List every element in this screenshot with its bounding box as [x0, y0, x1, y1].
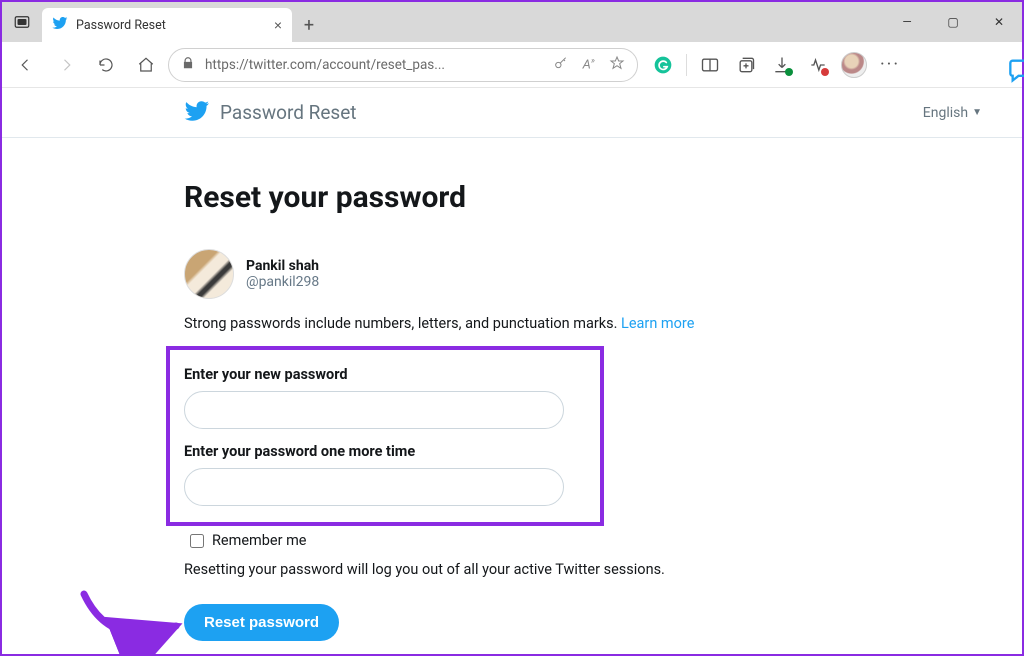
browser-tab[interactable]: Password Reset × [42, 8, 292, 42]
password-hint: Strong passwords include numbers, letter… [184, 315, 824, 332]
url-text: https://twitter.com/account/reset_pas... [205, 57, 543, 73]
window-controls: — ▢ ✕ [884, 2, 1022, 42]
language-selector[interactable]: English ▼ [923, 105, 982, 121]
extension-heart-icon[interactable] [801, 48, 835, 82]
lock-icon [181, 56, 195, 74]
new-tab-button[interactable]: + [292, 8, 326, 42]
favorite-icon[interactable] [609, 55, 625, 75]
minimize-button[interactable]: — [884, 2, 930, 42]
user-display-name: Pankil shah [246, 258, 319, 274]
language-label: English [923, 105, 968, 121]
user-avatar [184, 249, 234, 299]
user-handle: @pankil298 [246, 274, 319, 290]
read-aloud-icon[interactable]: A» [583, 56, 595, 72]
refresh-button[interactable] [88, 47, 124, 83]
split-screen-icon[interactable] [693, 48, 727, 82]
toolbar-divider [686, 54, 687, 76]
profile-avatar[interactable] [837, 48, 871, 82]
confirm-password-label: Enter your password one more time [184, 443, 586, 460]
forward-button [48, 47, 84, 83]
more-menu-button[interactable]: ··· [873, 48, 907, 82]
copilot-chat-icon[interactable] [1008, 56, 1024, 88]
logout-note: Resetting your password will log you out… [184, 561, 824, 578]
remember-me-row[interactable]: Remember me [190, 532, 824, 549]
password-fields-highlight: Enter your new password Enter your passw… [166, 346, 604, 526]
page-header: Password Reset English ▼ [2, 88, 1022, 138]
twitter-favicon-icon [52, 15, 68, 35]
collections-icon[interactable] [729, 48, 763, 82]
page-heading: Reset your password [184, 180, 824, 215]
browser-toolbar: https://twitter.com/account/reset_pas...… [2, 42, 1022, 88]
close-window-button[interactable]: ✕ [976, 2, 1022, 42]
learn-more-link[interactable]: Learn more [621, 315, 694, 332]
downloads-icon[interactable] [765, 48, 799, 82]
user-row: Pankil shah @pankil298 [184, 249, 824, 299]
new-password-label: Enter your new password [184, 366, 586, 383]
window-titlebar: Password Reset × + — ▢ ✕ [2, 2, 1022, 42]
reset-password-button[interactable]: Reset password [184, 604, 339, 641]
grammarly-icon[interactable] [646, 48, 680, 82]
back-button[interactable] [8, 47, 44, 83]
confirm-password-input[interactable] [184, 468, 564, 506]
twitter-logo-icon [184, 98, 210, 128]
tab-title: Password Reset [76, 18, 266, 33]
home-button[interactable] [128, 47, 164, 83]
tab-actions-button[interactable] [2, 2, 42, 42]
address-bar[interactable]: https://twitter.com/account/reset_pas...… [168, 48, 638, 82]
caret-down-icon: ▼ [972, 107, 982, 118]
tab-close-button[interactable]: × [274, 17, 282, 33]
page-header-title: Password Reset [220, 101, 357, 124]
password-key-icon[interactable] [553, 55, 569, 75]
remember-me-checkbox[interactable] [190, 534, 204, 548]
maximize-button[interactable]: ▢ [930, 2, 976, 42]
remember-me-label: Remember me [212, 532, 307, 549]
new-password-input[interactable] [184, 391, 564, 429]
